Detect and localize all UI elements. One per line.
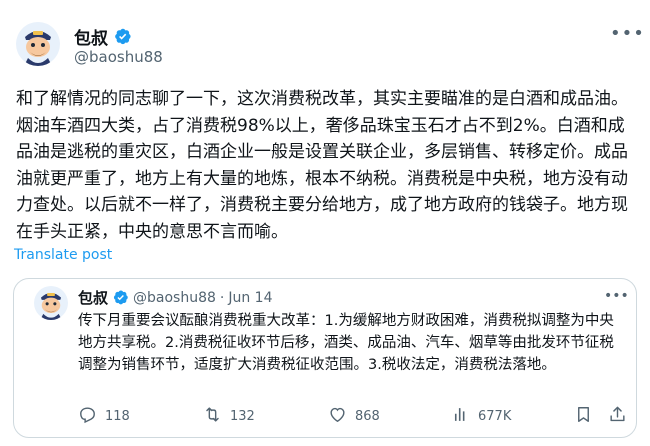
bookmark-icon: [574, 405, 593, 428]
share-button[interactable]: [608, 405, 627, 428]
repost-count: 132: [230, 409, 255, 424]
action-bar: 118 132 868 677K: [14, 397, 636, 435]
quote-text: 传下月重要会议酝酿消费税重大改革：1.为缓解地方财政困难，消费税拟调整为中央地方…: [78, 313, 614, 373]
quote-header: 包叔 @baoshu88 · Jun 14: [78, 287, 273, 308]
quote-avatar[interactable]: [34, 286, 68, 320]
quote-separator: ·: [219, 289, 225, 306]
bookmark-button[interactable]: [574, 405, 593, 428]
verified-badge-icon: [113, 27, 132, 46]
quote-verified-badge-icon: [112, 289, 129, 306]
author-handle[interactable]: @baoshu88: [74, 48, 163, 66]
reply-icon: [78, 405, 97, 428]
views-icon: [451, 405, 470, 428]
post-text: 和了解情况的同志聊了一下，这次消费税改革，其实主要瞄准的是白酒和成品油。烟油车酒…: [16, 89, 628, 242]
translate-post-link[interactable]: Translate post: [14, 247, 112, 263]
avatar[interactable]: [16, 22, 60, 66]
quote-author-name[interactable]: 包叔: [78, 287, 108, 308]
repost-button[interactable]: 132: [203, 405, 255, 428]
share-icon: [608, 405, 627, 428]
repost-icon: [203, 405, 222, 428]
author-name-row: 包叔: [74, 24, 132, 49]
reply-button[interactable]: 118: [78, 405, 130, 428]
quote-date[interactable]: Jun 14: [228, 290, 272, 306]
quote-more-icon[interactable]: •••: [604, 287, 629, 305]
more-icon[interactable]: •••: [610, 24, 644, 44]
like-button[interactable]: 868: [328, 405, 380, 428]
views-count: 677K: [478, 409, 512, 424]
views-button[interactable]: 677K: [451, 405, 511, 428]
like-count: 868: [355, 409, 380, 424]
post-header: 包叔 @baoshu88 •••: [16, 18, 644, 68]
quoted-post[interactable]: 包叔 @baoshu88 · Jun 14 ••• 传下月重要会议酝酿消费税重大…: [13, 278, 637, 438]
reply-count: 118: [105, 409, 130, 424]
author-name[interactable]: 包叔: [74, 24, 108, 49]
quote-author-handle[interactable]: @baoshu88: [133, 290, 216, 306]
heart-icon: [328, 405, 347, 428]
